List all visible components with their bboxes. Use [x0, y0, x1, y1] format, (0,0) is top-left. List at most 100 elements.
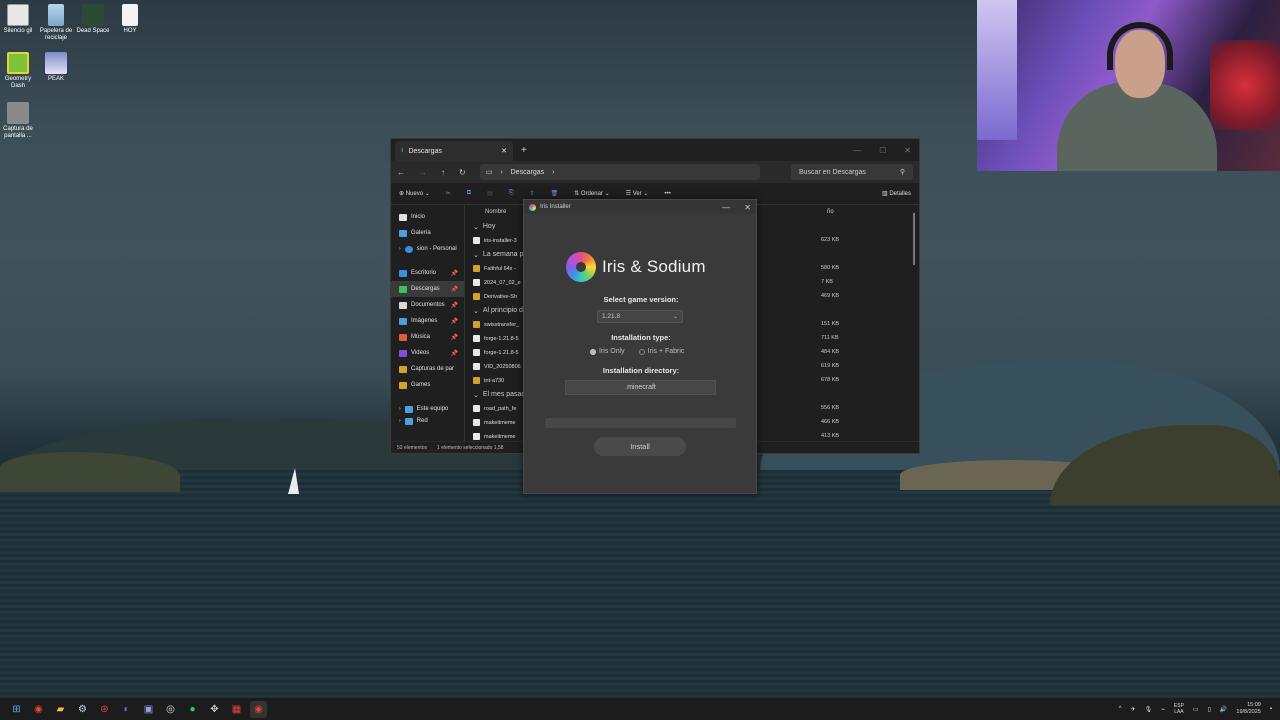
- chevron-up-icon[interactable]: ^: [1119, 706, 1122, 712]
- paste-icon[interactable]: ▤: [487, 190, 493, 197]
- desktop-icon-screenshot[interactable]: Captura de pantalla ...: [0, 102, 36, 140]
- desktop-icon-recycle-bin[interactable]: Papelera de reciclaje: [38, 4, 74, 42]
- file-row[interactable]: swisstransfer_: [473, 319, 519, 330]
- group-header[interactable]: ⌄ El mes pasad: [473, 389, 525, 400]
- search-input[interactable]: Buscar en Descargas ⚲: [791, 164, 913, 180]
- nav-item-games[interactable]: Games: [391, 377, 464, 393]
- file-row[interactable]: forge-1.21.8-5: [473, 347, 519, 358]
- more-icon[interactable]: •••: [664, 191, 670, 197]
- language-indicator[interactable]: ESP LAA: [1174, 703, 1184, 715]
- file-row[interactable]: 2024_07_02_e: [473, 277, 521, 288]
- iris-installer-window[interactable]: Iris Installer — ✕ Iris & Sodium Select …: [523, 199, 757, 494]
- desktop-icon-peak[interactable]: PEAK: [38, 52, 74, 83]
- desktop-icon-hoy[interactable]: HOY: [112, 4, 148, 35]
- file-explorer-icon[interactable]: ▰: [52, 701, 69, 718]
- tray-app-icon[interactable]: ✈: [1131, 706, 1136, 713]
- notification-icon[interactable]: ▪: [1270, 706, 1272, 712]
- new-button[interactable]: ⊕ Nuevo ⌄: [399, 190, 430, 197]
- close-tab-icon[interactable]: ✕: [501, 147, 507, 155]
- nav-item-musica[interactable]: Música 📌: [391, 329, 464, 345]
- close-icon[interactable]: ✕: [744, 203, 751, 212]
- game-icon[interactable]: ▦: [228, 701, 245, 718]
- file-row[interactable]: Faithful 64x -: [473, 263, 516, 274]
- teams-icon[interactable]: ▣: [140, 701, 157, 718]
- microphone-icon[interactable]: 🎙: [1145, 706, 1153, 713]
- nav-item-este-equipo[interactable]: › Este equipo: [391, 401, 464, 417]
- file-row[interactable]: forge-1.21.8-5: [473, 333, 519, 344]
- nav-item-imagenes[interactable]: Imágenes 📌: [391, 313, 464, 329]
- obs-icon[interactable]: ◎: [162, 701, 179, 718]
- group-header[interactable]: ⌄ Hoy: [473, 221, 495, 232]
- nav-item-capturas[interactable]: Capturas de par: [391, 361, 464, 377]
- minimize-icon[interactable]: —: [722, 203, 730, 212]
- folder-icon: [473, 293, 480, 300]
- file-row[interactable]: makeitmeme: [473, 431, 515, 442]
- group-header[interactable]: ⌄ Al principio d: [473, 305, 523, 316]
- desktop-icon-silencio[interactable]: Silencio gil: [0, 4, 36, 35]
- clock[interactable]: 15:09 19/8/2025: [1236, 702, 1260, 716]
- details-button[interactable]: ▥ Detalles: [882, 190, 911, 197]
- steam-icon[interactable]: ⚙: [74, 701, 91, 718]
- back-icon[interactable]: ←: [397, 168, 405, 177]
- volume-icon[interactable]: 🔊: [1220, 706, 1227, 713]
- app-icon[interactable]: ⊛: [96, 701, 113, 718]
- version-label: Select game version:: [603, 295, 679, 304]
- breadcrumb[interactable]: Descargas: [511, 169, 544, 176]
- network-icon[interactable]: ▭: [1193, 706, 1199, 713]
- share-icon[interactable]: ⇪: [530, 190, 535, 197]
- nav-item-documentos[interactable]: Documentos 📌: [391, 297, 464, 313]
- rename-icon[interactable]: ⎘: [509, 190, 514, 197]
- nav-item-onedrive[interactable]: › sion - Personal: [391, 241, 464, 257]
- spotify-icon[interactable]: ●: [184, 701, 201, 718]
- nav-item-escritorio[interactable]: Escritorio 📌: [391, 265, 464, 281]
- discord-icon[interactable]: ◐: [118, 701, 135, 718]
- column-header-name[interactable]: Nombre: [485, 209, 506, 215]
- up-icon[interactable]: ↑: [441, 168, 445, 177]
- installation-directory-field[interactable]: .minecraft: [565, 380, 716, 395]
- address-bar[interactable]: ▭ › Descargas ›: [479, 164, 760, 180]
- install-button[interactable]: Install: [594, 437, 686, 456]
- group-header[interactable]: ⌄ La semana pa: [473, 249, 527, 260]
- file-row[interactable]: iris-installer-3: [473, 235, 517, 246]
- tab-descargas[interactable]: ⭳ Descargas ✕: [395, 141, 513, 161]
- radio-iris-only[interactable]: Iris Only: [590, 348, 625, 355]
- nav-item-inicio[interactable]: Inicio: [391, 209, 464, 225]
- file-row[interactable]: makeitmeme: [473, 417, 515, 428]
- usb-icon[interactable]: ⌁: [1161, 706, 1165, 713]
- version-select[interactable]: 1.21.8 ⌄: [597, 310, 683, 323]
- scrollbar[interactable]: [913, 213, 915, 265]
- launcher-icon[interactable]: ✥: [206, 701, 223, 718]
- sort-button[interactable]: ⇅ Ordenar ⌄: [574, 190, 609, 197]
- pin-icon: 📌: [450, 302, 458, 309]
- new-tab-icon[interactable]: +: [521, 145, 527, 156]
- forward-icon[interactable]: →: [419, 168, 427, 177]
- nav-item-galeria[interactable]: Galería: [391, 225, 464, 241]
- file-row[interactable]: road_path_fe: [473, 403, 516, 414]
- file-row[interactable]: Derivative-Sh: [473, 291, 517, 302]
- file-row[interactable]: VID_20250806: [473, 361, 521, 372]
- refresh-icon[interactable]: ↻: [459, 168, 466, 177]
- column-header-size[interactable]: ño: [827, 209, 834, 215]
- close-icon[interactable]: ✕: [904, 146, 911, 155]
- delete-icon[interactable]: 🗑: [551, 190, 559, 197]
- cut-icon[interactable]: ✂: [446, 190, 451, 197]
- desktop-icon-dead-space[interactable]: Dead Space: [75, 4, 111, 35]
- minimize-icon[interactable]: —: [853, 146, 861, 155]
- nav-item-red[interactable]: › Red: [391, 417, 464, 425]
- nav-item-videos[interactable]: Videos 📌: [391, 345, 464, 361]
- document-icon: [399, 301, 407, 309]
- active-app-icon[interactable]: ◉: [250, 700, 267, 718]
- desktop-icon-geometry-dash[interactable]: Geometry Dash: [0, 52, 36, 90]
- network-icon: [404, 417, 413, 425]
- nav-item-descargas[interactable]: Descargas 📌: [391, 281, 464, 297]
- chrome-icon[interactable]: ◉: [30, 701, 47, 718]
- windows-start-icon[interactable]: ⊞: [8, 701, 25, 718]
- radio-iris-fabric[interactable]: Iris + Fabric: [638, 348, 684, 355]
- pin-icon: 📌: [450, 270, 458, 277]
- installation-type-label: Installation type:: [611, 333, 671, 342]
- maximize-icon[interactable]: ☐: [879, 146, 886, 155]
- file-row[interactable]: tnt-a730: [473, 375, 504, 386]
- display-icon[interactable]: ▯: [1208, 706, 1211, 713]
- view-button[interactable]: ☰ Ver ⌄: [626, 190, 649, 197]
- copy-icon[interactable]: ⧉: [467, 190, 471, 197]
